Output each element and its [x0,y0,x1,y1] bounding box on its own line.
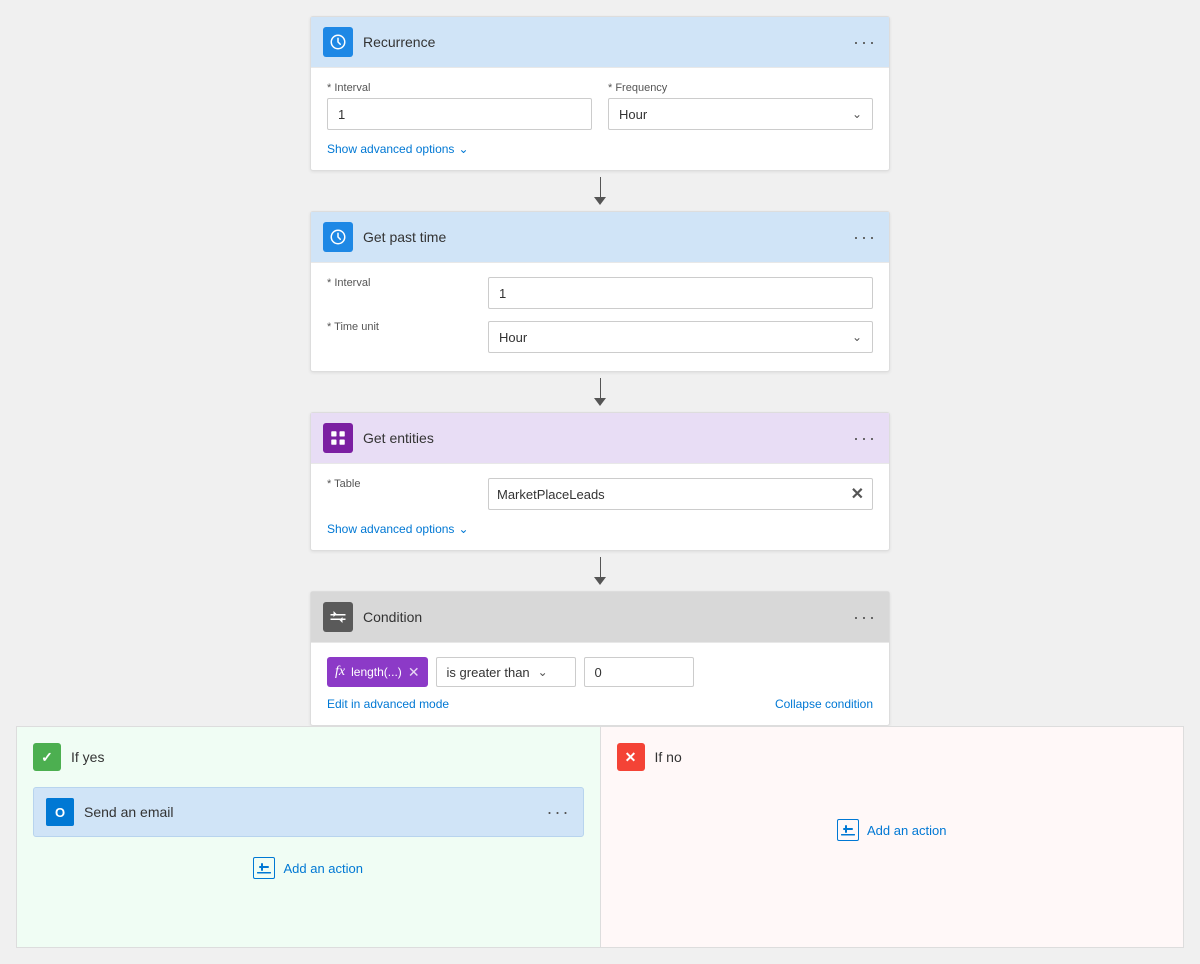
if-yes-label: If yes [71,749,104,765]
getpasttime-card: Get past time ··· * Interval * Time unit [310,211,890,372]
condition-title: Condition [363,609,853,625]
getpasttime-timeunit-label-group: * Time unit [327,321,472,353]
recurrence-show-advanced[interactable]: Show advanced options ⌄ [327,142,873,156]
if-no-icon: ✕ [617,743,645,771]
getentities-table-input-group: MarketPlaceLeads ✕ [488,478,873,510]
recurrence-title: Recurrence [363,34,853,50]
edit-advanced-mode-link[interactable]: Edit in advanced mode [327,697,449,711]
getpasttime-body: * Interval * Time unit Hour ⌄ [311,263,889,371]
getpasttime-menu[interactable]: ··· [853,227,877,248]
recurrence-interval-label: * Interval [327,82,592,94]
if-no-branch: ✕ If no Add an action [601,727,1184,947]
recurrence-frequency-value: Hour [619,107,852,122]
connector-2 [594,372,606,412]
recurrence-interval-group: * Interval [327,82,592,130]
getpasttime-timeunit-select-group: Hour ⌄ [488,321,873,353]
getentities-menu[interactable]: ··· [853,428,877,449]
connector-arrow-1 [594,197,606,205]
chevron-down-icon-2: ⌄ [852,330,862,344]
if-yes-icon: ✓ [33,743,61,771]
getpasttime-interval-label: * Interval [327,277,472,289]
outlook-icon: O [46,798,74,826]
condition-card: Condition ··· fx length(...) ✕ is greate… [310,591,890,726]
condition-tag-close[interactable]: ✕ [408,664,420,681]
connector-3 [594,551,606,591]
condition-header: Condition ··· [311,592,889,643]
getpasttime-timeunit-label: * Time unit [327,321,472,333]
condition-operator-value: is greater than [447,665,530,680]
if-yes-add-action-btn[interactable]: Add an action [33,849,584,887]
getentities-body: * Table MarketPlaceLeads ✕ Show advanced… [311,464,889,550]
getentities-header: Get entities ··· [311,413,889,464]
getentities-table-clear[interactable]: ✕ [851,484,864,504]
connector-arrow-2 [594,398,606,406]
send-email-title: Send an email [84,804,547,820]
connector-arrow-3 [594,577,606,585]
chevron-down-icon: ⌄ [852,107,862,121]
condition-links: Edit in advanced mode Collapse condition [327,697,873,711]
chevron-down-icon-3: ⌄ [458,522,468,536]
connector-line-2 [600,378,601,398]
recurrence-frequency-group: * Frequency Hour ⌄ [608,82,873,130]
getpasttime-timeunit-value: Hour [499,330,852,345]
getentities-table-row: * Table MarketPlaceLeads ✕ [327,478,873,510]
if-no-label: If no [655,749,682,765]
getpasttime-interval-label-group: * Interval [327,277,472,309]
getentities-title: Get entities [363,430,853,446]
getpasttime-timeunit-row: * Time unit Hour ⌄ [327,321,873,353]
getentities-table-value: MarketPlaceLeads [497,487,605,502]
if-yes-header: ✓ If yes [33,743,584,771]
connector-line-1 [600,177,601,197]
send-email-card: O Send an email ··· [33,787,584,837]
if-no-add-action-label: Add an action [867,823,947,838]
connector-1 [594,171,606,211]
condition-icon [323,602,353,632]
recurrence-header: Recurrence ··· [311,17,889,68]
collapse-condition-link[interactable]: Collapse condition [775,697,873,711]
getentities-icon [323,423,353,453]
recurrence-body: * Interval * Frequency Hour ⌄ Show advan… [311,68,889,170]
recurrence-icon [323,27,353,57]
top-flow: Recurrence ··· * Interval * Frequency Ho… [310,16,890,726]
recurrence-form-row: * Interval * Frequency Hour ⌄ [327,82,873,130]
getpasttime-interval-input[interactable] [488,277,873,309]
getentities-table-input-wrapper: MarketPlaceLeads ✕ [488,478,873,510]
flow-container: Recurrence ··· * Interval * Frequency Ho… [16,16,1184,948]
send-email-menu[interactable]: ··· [547,802,571,823]
condition-tag-label: length(...) [351,665,402,679]
recurrence-interval-input[interactable] [327,98,592,130]
condition-value-input[interactable] [584,657,694,687]
add-action-icon-no [837,819,859,841]
getpasttime-interval-input-group [488,277,873,309]
recurrence-card: Recurrence ··· * Interval * Frequency Ho… [310,16,890,171]
getpasttime-interval-row: * Interval [327,277,873,309]
getentities-card: Get entities ··· * Table MarketPlaceLead… [310,412,890,551]
if-no-add-action-btn[interactable]: Add an action [617,811,1168,849]
getpasttime-header: Get past time ··· [311,212,889,263]
recurrence-menu[interactable]: ··· [853,32,877,53]
if-no-header: ✕ If no [617,743,1168,771]
recurrence-frequency-label: * Frequency [608,82,873,94]
chevron-down-icon-small: ⌄ [458,142,468,156]
getentities-table-label: * Table [327,478,472,490]
condition-menu[interactable]: ··· [853,607,877,628]
getpasttime-timeunit-select[interactable]: Hour ⌄ [488,321,873,353]
condition-operator-select[interactable]: is greater than ⌄ [436,657,576,687]
condition-body: fx length(...) ✕ is greater than ⌄ Edit … [311,643,889,725]
send-email-header: O Send an email ··· [34,788,583,836]
getentities-table-label-group: * Table [327,478,472,510]
fx-icon: fx [335,664,345,680]
condition-tag: fx length(...) ✕ [327,657,428,687]
branch-container: ✓ If yes O Send an email ··· [16,726,1184,948]
add-action-icon-yes [253,857,275,879]
if-yes-branch: ✓ If yes O Send an email ··· [17,727,601,947]
condition-row: fx length(...) ✕ is greater than ⌄ [327,657,873,687]
getpasttime-title: Get past time [363,229,853,245]
getpasttime-icon [323,222,353,252]
getentities-show-advanced[interactable]: Show advanced options ⌄ [327,522,873,536]
connector-line-3 [600,557,601,577]
if-yes-add-action-label: Add an action [283,861,363,876]
chevron-down-icon-4: ⌄ [538,665,548,679]
recurrence-frequency-select[interactable]: Hour ⌄ [608,98,873,130]
